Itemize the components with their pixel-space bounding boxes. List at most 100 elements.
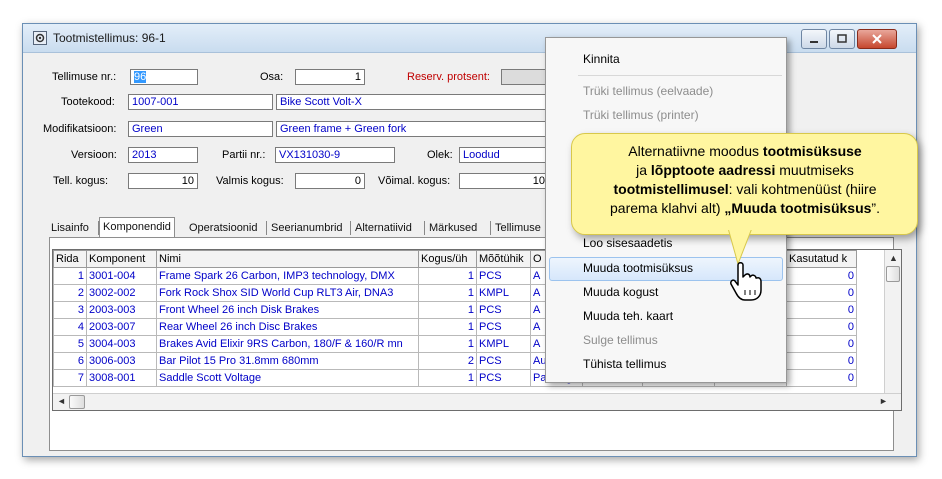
table-cell[interactable]: 0: [786, 284, 857, 302]
menu-item-muuda-tootmisuksus[interactable]: Muuda tootmisüksus: [583, 261, 693, 275]
horizontal-scroll-thumb[interactable]: [69, 395, 85, 409]
menu-item-print-preview[interactable]: Trüki tellimus (eelvaade): [583, 84, 713, 98]
tab-markused[interactable]: Märkused: [429, 220, 477, 237]
tab-lisainfo[interactable]: Lisainfo: [51, 220, 89, 237]
table-cell[interactable]: 2003-007: [86, 318, 157, 336]
table-cell[interactable]: 2003-003: [86, 301, 157, 319]
table-cell[interactable]: 0: [786, 318, 857, 336]
table-cell[interactable]: 1: [418, 318, 477, 336]
table-cell[interactable]: 1: [418, 335, 477, 353]
table-cell[interactable]: Fork Rock Shox SID World Cup RLT3 Air, D…: [156, 284, 419, 302]
table-cell[interactable]: Brakes Avid Elixir 9RS Carbon, 180/F & 1…: [156, 335, 419, 353]
column-header[interactable]: Mõõtühik: [476, 250, 531, 268]
part-field[interactable]: 1: [295, 69, 365, 85]
table-cell[interactable]: 3008-001: [86, 369, 157, 387]
product-code-field[interactable]: 1007-001: [128, 94, 273, 110]
table-cell[interactable]: Bar Pilot 15 Pro 31.8mm 680mm: [156, 352, 419, 370]
table-cell[interactable]: 0: [786, 352, 857, 370]
table-cell[interactable]: 5: [53, 335, 87, 353]
table-cell[interactable]: PCS: [476, 301, 531, 319]
table-cell[interactable]: 0: [786, 369, 857, 387]
table-cell[interactable]: 6: [53, 352, 87, 370]
table-cell[interactable]: KMPL: [476, 335, 531, 353]
menu-item-kinnita[interactable]: Kinnita: [583, 52, 620, 66]
app-gear-icon: [33, 31, 47, 45]
column-header[interactable]: Rida: [53, 250, 87, 268]
table-cell[interactable]: KMPL: [476, 284, 531, 302]
tip-callout: Alternatiivne moodus tootmisüksuse ja lõ…: [571, 133, 918, 235]
menu-separator: [578, 75, 782, 76]
table-cell[interactable]: 1: [53, 267, 87, 285]
modification-desc-field[interactable]: Green frame + Green fork: [276, 121, 548, 137]
table-cell[interactable]: PCS: [476, 352, 531, 370]
modification-field[interactable]: Green: [128, 121, 273, 137]
tab-seerianumbrid[interactable]: Seerianumbrid: [271, 220, 343, 237]
product-code-label: Tootekood:: [61, 96, 115, 108]
order-no-field[interactable]: 96: [130, 69, 198, 85]
hand-cursor-icon: [730, 262, 762, 301]
table-cell[interactable]: 3006-003: [86, 352, 157, 370]
menu-item-muuda-kogust[interactable]: Muuda kogust: [583, 285, 658, 299]
table-cell[interactable]: 2: [418, 352, 477, 370]
modification-label: Modifikatsioon:: [43, 123, 117, 135]
menu-item-loo-sisesaadetis[interactable]: Loo sisesaadetis: [583, 236, 672, 250]
status-label: Olek:: [427, 149, 453, 161]
tab-alternatiivid[interactable]: Alternatiivid: [355, 220, 412, 237]
table-cell[interactable]: 1: [418, 301, 477, 319]
scroll-left-icon[interactable]: ◄: [57, 396, 66, 406]
table-cell[interactable]: Frame Spark 26 Carbon, IMP3 technology, …: [156, 267, 419, 285]
horizontal-scrollbar[interactable]: ◄ ►: [53, 393, 901, 410]
column-header[interactable]: Nimi: [156, 250, 419, 268]
table-cell[interactable]: 3002-002: [86, 284, 157, 302]
callout-text-part: ”.: [871, 200, 880, 216]
table-cell[interactable]: 3: [53, 301, 87, 319]
table-cell[interactable]: 2: [53, 284, 87, 302]
column-header[interactable]: Kasutatud k: [786, 250, 857, 268]
tab-operatsioonid[interactable]: Operatsioonid: [189, 220, 258, 237]
maximize-button[interactable]: [829, 29, 855, 49]
ordered-qty-field[interactable]: 10: [128, 173, 198, 189]
table-cell[interactable]: 1: [418, 267, 477, 285]
finished-qty-field[interactable]: 0: [295, 173, 365, 189]
possible-qty-field[interactable]: 10: [459, 173, 549, 189]
scroll-right-icon[interactable]: ►: [879, 396, 888, 406]
version-field[interactable]: 2013: [128, 147, 198, 163]
product-name-field[interactable]: Bike Scott Volt-X: [276, 94, 548, 110]
table-cell[interactable]: 4: [53, 318, 87, 336]
status-field[interactable]: Loodud: [459, 147, 549, 163]
ordered-qty-label: Tell. kogus:: [53, 175, 109, 187]
table-cell[interactable]: 0: [786, 335, 857, 353]
tab-komponendid[interactable]: Komponendid: [99, 217, 175, 238]
table-cell[interactable]: 0: [786, 267, 857, 285]
table-cell[interactable]: Front Wheel 26 inch Disk Brakes: [156, 301, 419, 319]
scroll-up-icon[interactable]: ▲: [889, 253, 898, 263]
reserve-percent-field[interactable]: [501, 69, 551, 85]
table-cell[interactable]: 1: [418, 284, 477, 302]
vertical-scrollbar[interactable]: ▲ ▼: [884, 250, 901, 408]
table-cell[interactable]: 3001-004: [86, 267, 157, 285]
callout-bold-part: lõpptoote aadressi: [650, 162, 776, 178]
menu-item-tuhista-tellimus[interactable]: Tühista tellimus: [583, 357, 666, 371]
batch-field[interactable]: VX131030-9: [275, 147, 395, 163]
menu-item-print-printer[interactable]: Trüki tellimus (printer): [583, 108, 699, 122]
table-cell[interactable]: Rear Wheel 26 inch Disc Brakes: [156, 318, 419, 336]
tab-tellimuse[interactable]: Tellimuse: [495, 220, 541, 237]
table-cell[interactable]: 7: [53, 369, 87, 387]
table-cell[interactable]: PCS: [476, 318, 531, 336]
minimize-icon: [810, 41, 818, 43]
vertical-scroll-thumb[interactable]: [886, 266, 900, 282]
close-button[interactable]: [857, 29, 897, 49]
tab-separator: [490, 221, 491, 235]
table-cell[interactable]: 3004-003: [86, 335, 157, 353]
table-cell[interactable]: PCS: [476, 369, 531, 387]
minimize-button[interactable]: [801, 29, 827, 49]
table-cell[interactable]: 0: [786, 301, 857, 319]
table-cell[interactable]: Saddle Scott Voltage: [156, 369, 419, 387]
menu-item-sulge-tellimus[interactable]: Sulge tellimus: [583, 333, 658, 347]
possible-qty-label: Võimal. kogus:: [378, 175, 451, 187]
table-cell[interactable]: PCS: [476, 267, 531, 285]
menu-item-muuda-teh-kaart[interactable]: Muuda teh. kaart: [583, 309, 673, 323]
column-header[interactable]: Komponent: [86, 250, 157, 268]
column-header[interactable]: Kogus/üh: [418, 250, 477, 268]
table-cell[interactable]: 1: [418, 369, 477, 387]
